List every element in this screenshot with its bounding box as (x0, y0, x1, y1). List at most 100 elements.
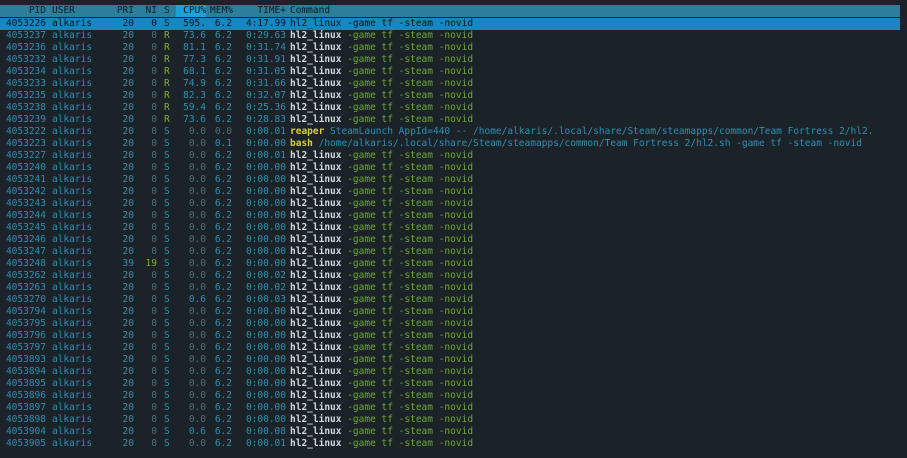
command-args: -game tf -steam -novid (341, 186, 474, 197)
process-row[interactable]: 4053905 alkaris 20 0 S 0.0 6.2 0:00.01 hl2_linux… (0, 438, 900, 450)
process-row[interactable]: 4053263 alkaris 20 0 S 0.0 6.2 0:00.02 hl2_linux… (0, 282, 900, 294)
process-row[interactable]: 4053796 alkaris 20 0 S 0.0 6.2 0:00.00 hl2_linux… (0, 330, 900, 342)
process-row[interactable]: 4053241 alkaris 20 0 S 0.0 6.2 0:00.00 hl2_linux… (0, 174, 900, 186)
header-state[interactable]: S (164, 5, 170, 17)
cell-pid: 4053237 (5, 30, 46, 41)
process-row[interactable]: 4053243 alkaris 20 0 S 0.0 6.2 0:00.00 hl2_linux… (0, 198, 900, 210)
header-time[interactable]: TIME+ (238, 5, 286, 17)
cell-s: S (164, 378, 170, 389)
cell-command: hl2_linux -game tf -steam -novid (290, 390, 473, 402)
process-row[interactable]: 4053246 alkaris 20 0 S 0.0 6.2 0:00.00 hl2_linux… (0, 234, 900, 246)
process-row[interactable]: 4053247 alkaris 20 0 S 0.0 6.2 0:00.00 hl2_linux… (0, 246, 900, 258)
cell-ni: 0 (151, 318, 157, 329)
process-row[interactable]: 4053242 alkaris 20 0 S 0.0 6.2 0:00.00 hl2_linux… (0, 186, 900, 198)
cell-pri: 20 (122, 390, 134, 401)
cell-mem: 6.2 (214, 30, 232, 41)
cell-mem: 6.2 (214, 42, 232, 53)
process-row[interactable]: 4053227 alkaris 20 0 S 0.0 6.2 0:00.01 hl2_linux… (0, 150, 900, 162)
process-row[interactable]: 4053893 alkaris 20 0 S 0.0 6.2 0:00.00 hl2_linux… (0, 354, 900, 366)
cell-pri: 20 (122, 234, 134, 245)
process-row[interactable]: 4053244 alkaris 20 0 S 0.0 6.2 0:00.00 hl2_linux… (0, 210, 900, 222)
header-mem[interactable]: MEM% (210, 5, 233, 17)
process-row[interactable]: 4053238 alkaris 20 0 R 59.4 6.2 0:25.36 hl2_linu… (0, 102, 900, 114)
cell-ni: 0 (151, 90, 157, 101)
process-row[interactable]: 4053270 alkaris 20 0 S 0.6 6.2 0:00.03 hl2_linux… (0, 294, 900, 306)
cell-user: alkaris (52, 30, 93, 41)
cell-command: hl2_linux -game tf -steam -novid (290, 234, 473, 246)
process-row[interactable]: 4053894 alkaris 20 0 S 0.0 6.2 0:00.00 hl2_linux… (0, 366, 900, 378)
process-row[interactable]: 4053240 alkaris 20 0 S 0.0 6.2 0:00.00 hl2_linux… (0, 162, 900, 174)
process-row[interactable]: 4053897 alkaris 20 0 S 0.0 6.2 0:00.00 hl2_linux… (0, 402, 900, 414)
cell-command: hl2_linux -game tf -steam -novid (290, 270, 473, 282)
cell-s: S (164, 210, 170, 221)
cell-pri: 20 (122, 54, 134, 65)
cell-ni: 0 (151, 162, 157, 173)
htop-terminal: PID USER PRI NI S CPU% MEM% TIME+ Comman… (0, 0, 907, 458)
process-row[interactable]: 4053237 alkaris 20 0 R 73.6 6.2 0:29.63 hl2_linu… (0, 30, 900, 42)
process-row[interactable]: 4053896 alkaris 20 0 S 0.0 6.2 0:00.00 hl2_linux… (0, 390, 900, 402)
cell-s: S (164, 270, 170, 281)
cell-pri: 20 (122, 426, 134, 437)
command-args: -game tf -steam -novid (341, 246, 474, 257)
process-row[interactable]: 4053262 alkaris 20 0 S 0.0 6.2 0:00.02 hl2_linux… (0, 270, 900, 282)
cell-cpu: 0.0 (188, 342, 206, 353)
process-row[interactable]: 4053797 alkaris 20 0 S 0.0 6.2 0:00.00 hl2_linux… (0, 342, 900, 354)
cell-pid: 4053794 (5, 306, 46, 317)
cell-s: R (164, 90, 170, 101)
process-row[interactable]: 4053236 alkaris 20 0 R 81.1 6.2 0:31.74 hl2_linu… (0, 42, 900, 54)
process-row[interactable]: 4053233 alkaris 20 0 R 74.9 6.2 0:31.66 hl2_linu… (0, 78, 900, 90)
process-row[interactable]: 4053248 alkaris 39 19 S 0.0 6.2 0:00.00 hl2_linu… (0, 258, 900, 270)
process-row[interactable]: 4053232 alkaris 20 0 R 77.3 6.2 0:31.91 hl2_linu… (0, 54, 900, 66)
cell-ni: 0 (151, 282, 157, 293)
cell-cpu: 0.0 (188, 366, 206, 377)
process-row[interactable]: 4053795 alkaris 20 0 S 0.0 6.2 0:00.00 hl2_linux… (0, 318, 900, 330)
cell-mem: 6.2 (214, 402, 232, 413)
cell-time: 0:00.08 (245, 426, 286, 437)
cell-s: S (164, 438, 170, 449)
process-row[interactable]: 4053245 alkaris 20 0 S 0.0 6.2 0:00.00 hl2_linux… (0, 222, 900, 234)
process-row[interactable]: 4053898 alkaris 20 0 S 0.0 6.2 0:00.00 hl2_linux… (0, 414, 900, 426)
cell-pid: 4053904 (5, 426, 46, 437)
header-cpu-sorted[interactable]: CPU% (176, 5, 206, 17)
process-row[interactable]: 4053904 alkaris 20 0 S 0.6 6.2 0:00.08 hl2_linux… (0, 426, 900, 438)
cell-pri: 20 (122, 414, 134, 425)
command-args: -game tf -steam -novid (341, 162, 474, 173)
command-program: hl2_linux (290, 246, 342, 257)
process-row[interactable]: 4053223 alkaris 20 0 S 0.0 0.1 0:00.00 bash /hom… (0, 138, 900, 150)
cell-pid: 4053247 (5, 246, 46, 257)
cell-time: 0:00.01 (245, 126, 286, 137)
process-row-selected[interactable]: 4053226 alkaris 20 0 S 595. 6.2 4:17.99 hl2_linu… (0, 18, 900, 30)
header-pri[interactable]: PRI (116, 5, 134, 17)
command-program: hl2_linux (290, 258, 342, 269)
cell-mem: 6.2 (214, 150, 232, 161)
process-row[interactable]: 4053235 alkaris 20 0 R 82.3 6.2 0:32.07 hl2_linu… (0, 90, 900, 102)
cell-ni: 0 (151, 102, 157, 113)
cell-user: alkaris (52, 366, 93, 377)
cell-pid: 4053898 (5, 414, 46, 425)
command-args: -game tf -steam -novid (341, 114, 474, 125)
cell-command: hl2_linux -game tf -steam -novid (290, 342, 473, 354)
header-user[interactable]: USER (52, 5, 75, 17)
cell-pri: 20 (122, 438, 134, 449)
process-row[interactable]: 4053234 alkaris 20 0 R 68.1 6.2 0:31.05 hl2_linu… (0, 66, 900, 78)
process-row[interactable]: 4053794 alkaris 20 0 S 0.0 6.2 0:00.00 hl2_linux… (0, 306, 900, 318)
command-args: -game tf -steam -novid (341, 282, 474, 293)
header-ni[interactable]: NI (143, 5, 157, 17)
cell-command: hl2_linux -game tf -steam -novid (290, 78, 473, 90)
cell-s: S (164, 198, 170, 209)
cell-mem: 6.2 (214, 378, 232, 389)
cell-command: hl2_linux -game tf -steam -novid (290, 186, 473, 198)
cell-command: hl2_linux -game tf -steam -novid (290, 438, 473, 450)
process-row[interactable]: 4053222 alkaris 20 0 S 0.0 0.0 0:00.01 reaper St… (0, 126, 900, 138)
cell-time: 0:00.01 (245, 150, 286, 161)
command-program: hl2_linux (290, 102, 342, 113)
cell-pri: 20 (122, 306, 134, 317)
cell-time: 0:31.91 (245, 54, 286, 65)
process-row[interactable]: 4053895 alkaris 20 0 S 0.0 6.2 0:00.00 hl2_linux… (0, 378, 900, 390)
cell-pri: 20 (122, 30, 134, 41)
cell-pid: 4053893 (5, 354, 46, 365)
header-pid[interactable]: PID (4, 5, 46, 17)
process-row[interactable]: 4053239 alkaris 20 0 R 73.6 6.2 0:28.83 hl2_linu… (0, 114, 900, 126)
cell-pri: 20 (122, 78, 134, 89)
header-command[interactable]: Command (290, 5, 330, 17)
